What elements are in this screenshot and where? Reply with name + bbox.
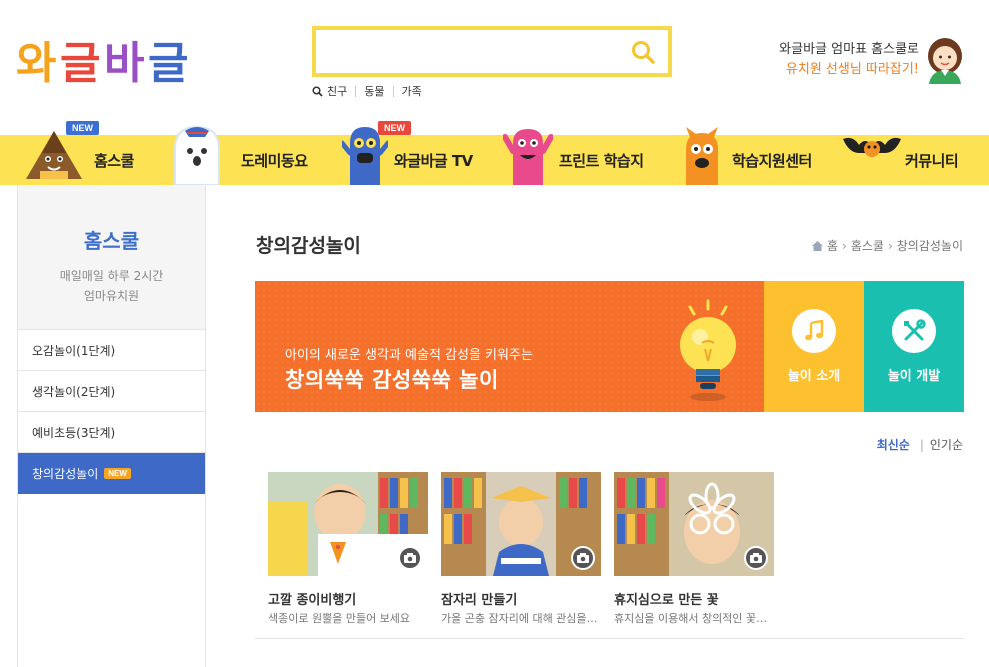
banner-main: 아이의 새로운 생각과 예술적 감성을 키워주는 창의쑥쑥 감성쑥쑥 놀이 [255,281,764,412]
chevron-right-icon: › [842,238,847,253]
ghost-character-icon [174,125,220,185]
content-card[interactable]: 고깔 종이비행기 색종이로 원뿔을 만들어 보세요 [268,472,428,626]
promo-line2: 유치원 선생님 따라잡기! [785,62,919,77]
sidebar-title: 홈스쿨 [83,229,140,253]
svg-text:바: 바 [104,38,144,89]
search-box [312,26,672,77]
sidebar-item-label: 예비초등(3단계) [32,425,116,440]
sidebar-item-preschool[interactable]: 예비초등(3단계) [18,412,205,453]
nav-item-tv[interactable]: NEW 와글바글 TV [342,121,492,185]
card-title: 잠자리 만들기 [441,593,518,608]
homeschool-character-icon [26,131,82,179]
sidebar-header: 홈스쿨 매일매일 하루 2시간 엄마유치원 [18,185,205,330]
search-icon[interactable] [630,39,656,65]
sidebar-item-sensory[interactable]: 오감놀이(1단계) [18,330,205,371]
main-nav: NEW 홈스쿨 도레미동요 NEW 와글바글 TV 프린트 학습지 학습지원센터… [0,121,989,185]
search-tag-friend[interactable]: 친구 [323,86,355,97]
sort-latest-button[interactable]: 최신순 [877,436,910,453]
search-tag-animal[interactable]: 동물 [355,86,392,97]
divider: | [919,437,924,452]
tools-icon [904,319,926,341]
logo[interactable]: 와 글 바 글 [16,30,192,90]
sidebar-item-thinking[interactable]: 생각놀이(2단계) [18,371,205,412]
breadcrumb-current: 창의감성놀이 [896,239,963,253]
search-tag-family[interactable]: 가족 [392,86,430,97]
promo-text[interactable]: 와글바글 엄마표 홈스쿨로 유치원 선생님 따라잡기! [779,40,919,80]
promo-line1: 와글바글 엄마표 홈스쿨로 [779,42,919,57]
page-title: 창의감성놀이 [256,235,361,257]
svg-text:글: 글 [148,38,188,89]
nav-item-print[interactable]: 프린트 학습지 [503,129,663,185]
sort-popular-button[interactable]: 인기순 [930,436,963,453]
nav-label: 프린트 학습지 [559,151,644,170]
lightbulb-icon [680,299,736,401]
search-input[interactable] [316,30,616,73]
card-title: 휴지심으로 만든 꽃 [614,593,719,608]
card-desc: 휴지심을 이용해서 창의적인 꽃을 만들어요 [614,612,774,625]
sidebar-item-label: 생각놀이(2단계) [32,384,116,399]
sidebar-subtitle-line1: 매일매일 하루 2시간 [59,269,164,283]
sidebar-subtitle: 매일매일 하루 2시간 엄마유치원 [18,266,205,306]
sidebar-item-label: 창의감성놀이 [32,467,99,481]
banner: 아이의 새로운 생각과 예술적 감성을 키워주는 창의쑥쑥 감성쑥쑥 놀이 놀이… [255,281,964,412]
divider [255,638,964,639]
pink-monster-icon [503,129,553,185]
music-note-icon [805,320,824,341]
orange-monster-icon [686,127,718,185]
card-title: 고깔 종이비행기 [268,593,357,608]
content-card[interactable]: 휴지심으로 만든 꽃 휴지심을 이용해서 창의적인 꽃을 만들어요 [614,472,774,626]
play-intro-button[interactable]: 놀이 소개 [764,281,864,412]
nav-new-badge: NEW [66,121,99,135]
sidebar-subtitle-line2: 엄마유치원 [83,289,140,303]
card-desc: 가을 곤충 잠자리에 대해 관심을 가져요 [441,612,601,625]
svg-text:글: 글 [60,38,100,89]
chevron-right-icon: › [887,238,893,253]
nav-label: 학습지원센터 [732,151,812,170]
nav-new-badge: NEW [378,121,411,135]
nav-label: 와글바글 TV [394,151,473,170]
nav-label: 커뮤니티 [905,151,959,170]
nav-label: 홈스쿨 [94,151,134,170]
search-tags: 친구 동물 가족 [312,86,430,97]
sidebar: 홈스쿨 매일매일 하루 2시간 엄마유치원 오감놀이(1단계) 생각놀이(2단계… [17,185,206,667]
sidebar-item-label: 오감놀이(1단계) [32,343,116,358]
camera-icon [398,546,422,570]
camera-icon [744,546,768,570]
breadcrumb-home[interactable]: 홈 [827,237,838,254]
search-small-icon [312,86,323,97]
banner-title: 창의쑥쑥 감성쑥쑥 놀이 [285,368,499,392]
breadcrumb-homeschool[interactable]: 홈스쿨 [851,237,884,254]
card-desc: 색종이로 원뿔을 만들어 보세요 [268,612,411,625]
breadcrumb: 홈 › 홈스쿨 › 창의감성놀이 [811,237,963,254]
camera-icon [571,546,595,570]
content-card[interactable]: 잠자리 만들기 가을 곤충 잠자리에 대해 관심을 가져요 [441,472,601,626]
nav-label: 도레미동요 [241,151,308,170]
sort-options: 최신순 | 인기순 [877,436,963,453]
nav-item-doremi[interactable]: 도레미동요 [165,125,325,185]
svg-text:와: 와 [16,38,56,89]
play-develop-label: 놀이 개발 [887,369,941,384]
banner-subtitle: 아이의 새로운 생각과 예술적 감성을 키워주는 [285,348,533,363]
play-intro-label: 놀이 소개 [787,369,841,384]
new-badge: NEW [104,468,131,479]
nav-item-homeschool[interactable]: NEW 홈스쿨 [22,121,152,185]
home-icon[interactable] [811,240,823,251]
teacher-avatar [928,38,962,84]
nav-item-community[interactable]: 커뮤니티 [843,135,989,185]
play-develop-button[interactable]: 놀이 개발 [864,281,964,412]
bat-character-icon [843,137,901,157]
sidebar-item-creative[interactable]: 창의감성놀이 NEW [18,453,205,494]
nav-item-support[interactable]: 학습지원센터 [680,127,830,185]
